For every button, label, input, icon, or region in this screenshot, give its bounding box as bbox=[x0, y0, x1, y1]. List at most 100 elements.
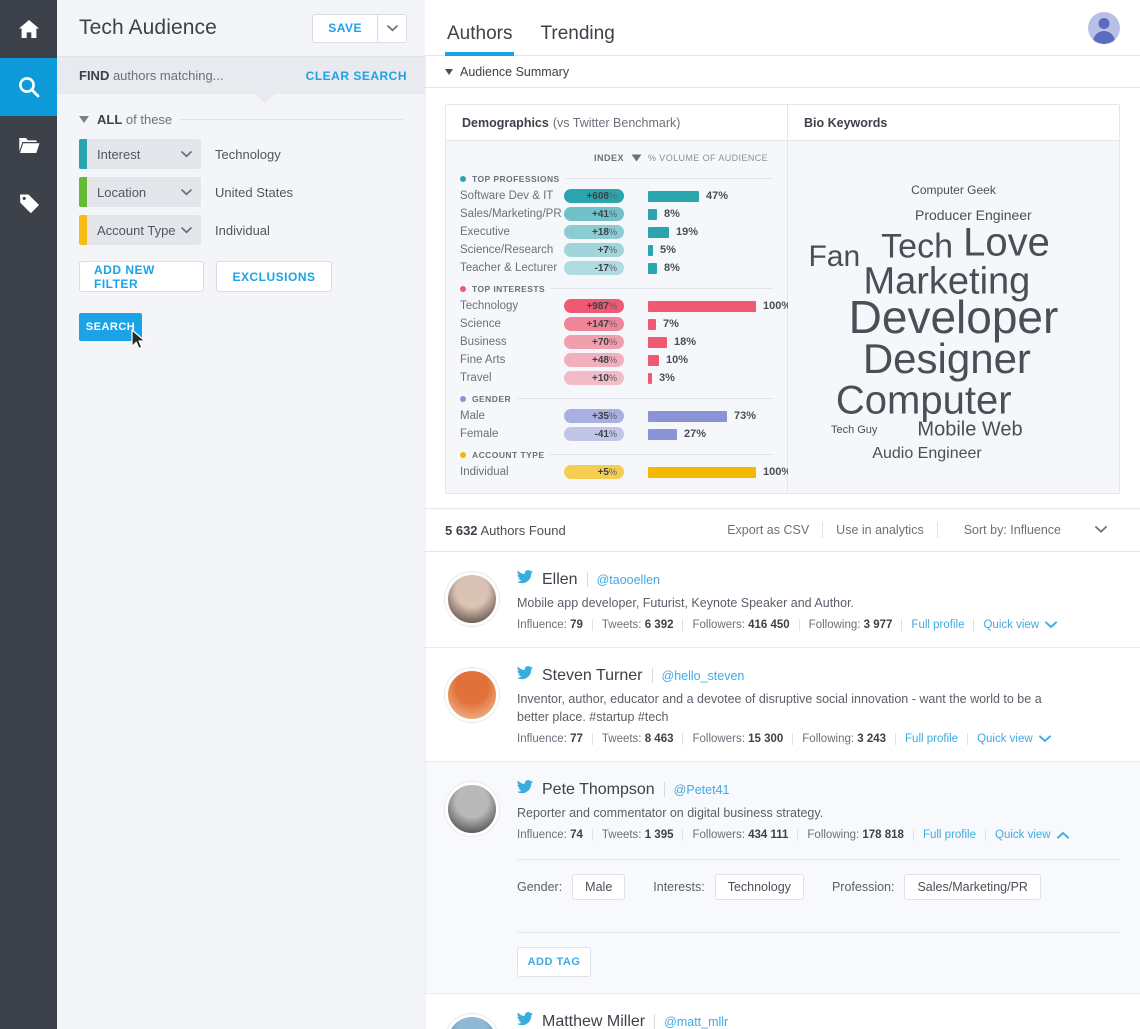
avatar[interactable] bbox=[445, 572, 499, 626]
filter-selector-account-type[interactable]: Account Type bbox=[79, 215, 201, 245]
quick-view-toggle[interactable]: Quick view bbox=[977, 733, 1051, 745]
sort-by-dropdown[interactable]: Sort by: Influence bbox=[938, 523, 1120, 537]
save-dropdown-button[interactable] bbox=[377, 14, 406, 42]
tab-authors[interactable]: Authors bbox=[445, 23, 515, 56]
chart-row[interactable]: Teacher & Lecturer -17% 8% bbox=[460, 259, 773, 277]
chart-bar-label: 47% bbox=[706, 190, 729, 202]
exclusions-button[interactable]: EXCLUSIONS bbox=[216, 261, 332, 292]
clear-search-button[interactable]: CLEAR SEARCH bbox=[306, 69, 407, 83]
author-name[interactable]: Matthew Miller bbox=[542, 1013, 645, 1029]
word-cloud-term[interactable]: Mobile Web bbox=[917, 418, 1022, 441]
user-avatar[interactable] bbox=[1088, 12, 1120, 44]
author-handle[interactable]: @matt_mllr bbox=[664, 1015, 728, 1029]
avatar-head bbox=[1098, 18, 1110, 29]
rail-item-home[interactable] bbox=[0, 0, 57, 58]
avatar[interactable] bbox=[445, 668, 499, 722]
chart-bar bbox=[648, 336, 667, 348]
audience-summary-toggle[interactable]: Audience Summary bbox=[425, 56, 1140, 88]
gender-value[interactable]: Male bbox=[572, 874, 626, 900]
find-label: FIND authors matching... bbox=[79, 68, 224, 83]
author-stats: Influence: 79 Tweets: 6 392 Followers: 416… bbox=[517, 619, 1120, 631]
chart-row[interactable]: Executive +18% 19% bbox=[460, 223, 773, 241]
full-profile-link[interactable]: Full profile bbox=[911, 619, 973, 631]
chart-row[interactable]: Business +70% 18% bbox=[460, 333, 773, 351]
author-card: Pete Thompson @Petet41 Reporter and commen… bbox=[425, 762, 1140, 994]
word-cloud-term[interactable]: Love bbox=[963, 221, 1050, 266]
chart-bar-label: 19% bbox=[676, 226, 699, 238]
column-header-index[interactable]: INDEX bbox=[564, 153, 624, 163]
filter-value[interactable]: Individual bbox=[201, 223, 270, 238]
chevron-down-icon bbox=[1082, 523, 1120, 537]
word-cloud-term[interactable]: Audio Engineer bbox=[872, 445, 981, 463]
search-icon bbox=[17, 75, 41, 99]
chart-row[interactable]: Male +35% 73% bbox=[460, 407, 773, 425]
index-value: +5 bbox=[597, 467, 609, 478]
chart-row-bar-cell: 27% bbox=[648, 428, 773, 440]
word-cloud-term[interactable]: Designer bbox=[863, 335, 1031, 383]
chart-row[interactable]: Technology +987% 100% bbox=[460, 297, 791, 315]
author-name[interactable]: Ellen bbox=[542, 571, 578, 589]
chart-row[interactable]: Fine Arts +48% 10% bbox=[460, 351, 773, 369]
quick-view-toggle[interactable]: Quick view bbox=[983, 619, 1058, 631]
bio-keywords-body: Computer Geek Producer Engineer Tech Love Fa… bbox=[788, 141, 1119, 493]
word-cloud-term[interactable]: Computer Geek bbox=[911, 183, 996, 197]
filter-selector-location[interactable]: Location bbox=[79, 177, 201, 207]
group-color-dot bbox=[460, 175, 466, 182]
index-value: +987 bbox=[586, 301, 609, 312]
add-new-filter-button[interactable]: ADD NEW FILTER bbox=[79, 261, 204, 292]
word-cloud-term[interactable]: Tech Guy bbox=[831, 424, 877, 436]
add-tag-button[interactable]: ADD TAG bbox=[517, 947, 591, 977]
chart-row[interactable]: Sales/Marketing/PR +41% 8% bbox=[460, 205, 773, 223]
full-profile-link[interactable]: Full profile bbox=[923, 829, 985, 841]
author-handle[interactable]: @Petet41 bbox=[674, 783, 730, 797]
page-title: Tech Audience bbox=[79, 16, 217, 39]
author-card: Steven Turner @hello_steven Inventor, auth… bbox=[425, 648, 1140, 762]
use-in-analytics-button[interactable]: Use in analytics bbox=[823, 523, 937, 537]
filter-value[interactable]: Technology bbox=[201, 147, 281, 162]
chart-row[interactable]: Female -41% 27% bbox=[460, 425, 773, 443]
divider bbox=[551, 288, 773, 289]
export-csv-button[interactable]: Export as CSV bbox=[714, 523, 822, 537]
quick-view-toggle[interactable]: Quick view bbox=[995, 829, 1069, 841]
chart-row[interactable]: Travel +10% 3% bbox=[460, 369, 773, 387]
avatar[interactable] bbox=[445, 782, 499, 836]
chart-row[interactable]: Software Dev & IT +608% 47% bbox=[460, 187, 773, 205]
filter-selector-interest[interactable]: Interest bbox=[79, 139, 201, 169]
rail-item-folders[interactable] bbox=[0, 116, 57, 174]
author-body: Ellen @taooellen Mobile app developer, Fut… bbox=[517, 570, 1120, 631]
author-name[interactable]: Steven Turner bbox=[542, 667, 643, 685]
triangle-down-icon bbox=[445, 68, 453, 75]
rail-item-search[interactable] bbox=[0, 58, 57, 116]
chart-bar bbox=[648, 372, 652, 384]
filter-group-rest: of these bbox=[122, 112, 173, 127]
chart-row[interactable]: Individual +5% 100% bbox=[460, 463, 791, 481]
word-cloud-term[interactable]: Fan bbox=[808, 240, 860, 274]
index-pill: -41% bbox=[564, 427, 624, 441]
author-name[interactable]: Pete Thompson bbox=[542, 781, 655, 799]
full-profile-link[interactable]: Full profile bbox=[905, 733, 967, 745]
search-button[interactable]: SEARCH bbox=[79, 313, 146, 350]
chart-row-bar-cell: 73% bbox=[648, 410, 773, 422]
app-root: Tech Audience SAVE FIND authors matching… bbox=[0, 0, 1140, 1029]
save-button[interactable]: SAVE bbox=[313, 15, 377, 42]
chart-row[interactable]: Science +147% 7% bbox=[460, 315, 773, 333]
index-pill: +18% bbox=[564, 225, 624, 239]
interests-value[interactable]: Technology bbox=[714, 874, 804, 900]
author-card: Ellen @taooellen Mobile app developer, Fut… bbox=[425, 552, 1140, 648]
results-toolbar: 5 632 Authors Found Export as CSV Use in… bbox=[425, 508, 1140, 552]
avatar[interactable] bbox=[445, 1014, 499, 1029]
bio-keywords-title: Bio Keywords bbox=[804, 115, 888, 130]
filter-value[interactable]: United States bbox=[201, 185, 293, 200]
index-value: +35 bbox=[592, 411, 609, 422]
chart-row[interactable]: Science/Research +7% 5% bbox=[460, 241, 773, 259]
stat-following: Following: 3 243 bbox=[802, 733, 887, 745]
sort-descending-icon[interactable] bbox=[624, 154, 648, 162]
interests-label: Interests: bbox=[653, 880, 705, 894]
rail-item-tags[interactable] bbox=[0, 174, 57, 232]
chart-bar-label: 100% bbox=[763, 300, 792, 312]
author-handle[interactable]: @taooellen bbox=[597, 573, 660, 587]
tab-trending[interactable]: Trending bbox=[538, 23, 616, 55]
triangle-down-icon[interactable] bbox=[79, 116, 89, 123]
profession-value[interactable]: Sales/Marketing/PR bbox=[904, 874, 1041, 900]
author-handle[interactable]: @hello_steven bbox=[662, 669, 745, 683]
